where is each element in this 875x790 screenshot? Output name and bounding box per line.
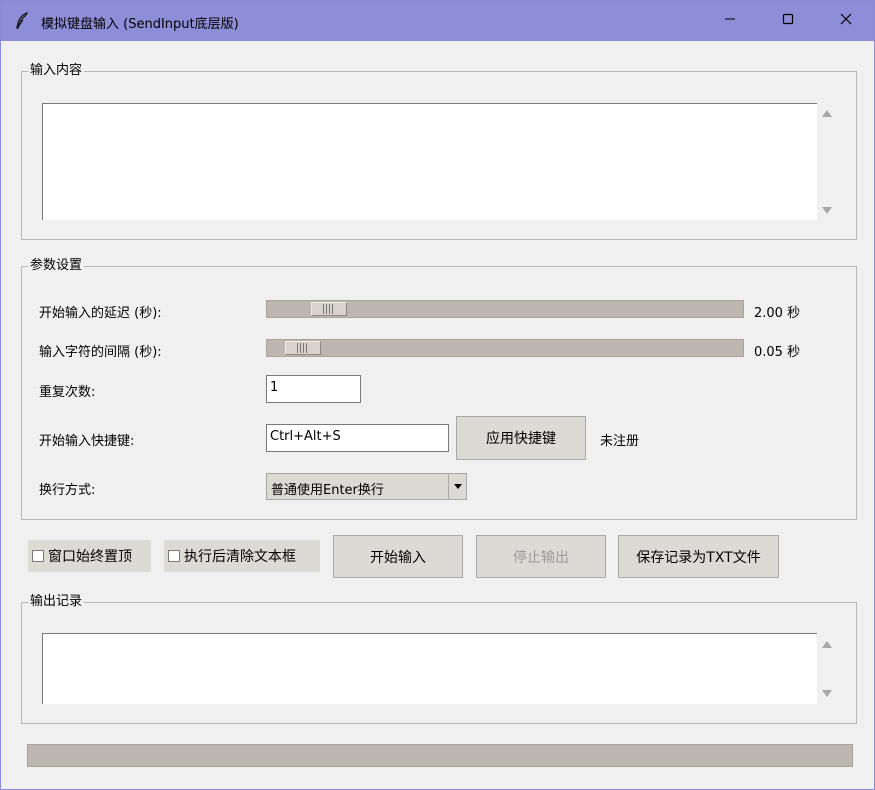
char-interval-slider[interactable]: [266, 339, 744, 357]
input-textarea[interactable]: [42, 103, 817, 220]
stop-output-button[interactable]: 停止输出: [476, 535, 606, 578]
newline-label: 换行方式:: [39, 483, 96, 498]
input-content-label: 输入内容: [28, 63, 85, 79]
repeat-label: 重复次数:: [39, 385, 96, 400]
minimize-icon: [724, 13, 736, 29]
close-button[interactable]: [817, 1, 875, 41]
char-interval-slider-thumb[interactable]: [285, 341, 321, 355]
window-title: 模拟键盘输入 (SendInput底层版): [41, 17, 239, 32]
checkbox-icon[interactable]: [32, 550, 44, 562]
newline-select-value: 普通使用Enter换行: [271, 483, 384, 498]
progress-bar: [27, 744, 853, 767]
hotkey-input[interactable]: Ctrl+Alt+S: [266, 424, 449, 452]
output-log-label: 输出记录: [28, 594, 85, 610]
maximize-icon: [782, 13, 794, 29]
scroll-down-icon[interactable]: [822, 690, 832, 697]
always-on-top-label: 窗口始终置顶: [48, 549, 132, 565]
title-bar[interactable]: 模拟键盘输入 (SendInput底层版): [1, 1, 874, 41]
newline-select[interactable]: 普通使用Enter换行: [266, 473, 467, 500]
input-scrollbar[interactable]: [817, 103, 837, 220]
maximize-button[interactable]: [759, 1, 817, 41]
params-label: 参数设置: [28, 258, 85, 274]
start-delay-slider[interactable]: [266, 300, 744, 318]
char-interval-value: 0.05 秒: [754, 345, 801, 360]
scroll-up-icon[interactable]: [822, 641, 832, 648]
output-scrollbar[interactable]: [817, 633, 837, 704]
start-delay-slider-thumb[interactable]: [311, 302, 347, 316]
repeat-input[interactable]: 1: [266, 375, 361, 403]
checkbox-icon[interactable]: [168, 550, 180, 562]
close-icon: [840, 13, 852, 29]
clear-after-label: 执行后清除文本框: [184, 549, 296, 565]
output-textarea[interactable]: [42, 633, 817, 704]
feather-icon: [15, 11, 29, 30]
minimize-button[interactable]: [701, 1, 759, 41]
start-delay-value: 2.00 秒: [754, 306, 801, 321]
scroll-down-icon[interactable]: [822, 207, 832, 214]
chevron-down-icon[interactable]: [448, 474, 466, 499]
scroll-up-icon[interactable]: [822, 110, 832, 117]
apply-hotkey-button[interactable]: 应用快捷键: [456, 416, 586, 460]
save-txt-button[interactable]: 保存记录为TXT文件: [618, 535, 779, 578]
app-window: 模拟键盘输入 (SendInput底层版) 输入内容 参数设置 开始输入的延迟 …: [0, 0, 875, 790]
char-interval-label: 输入字符的间隔 (秒):: [39, 345, 162, 360]
hotkey-label: 开始输入快捷键:: [39, 434, 135, 449]
start-delay-label: 开始输入的延迟 (秒):: [39, 306, 162, 321]
start-input-button[interactable]: 开始输入: [333, 535, 463, 578]
clear-after-checkbox[interactable]: 执行后清除文本框: [164, 540, 320, 572]
always-on-top-checkbox[interactable]: 窗口始终置顶: [28, 540, 151, 572]
hotkey-status: 未注册: [600, 434, 640, 449]
